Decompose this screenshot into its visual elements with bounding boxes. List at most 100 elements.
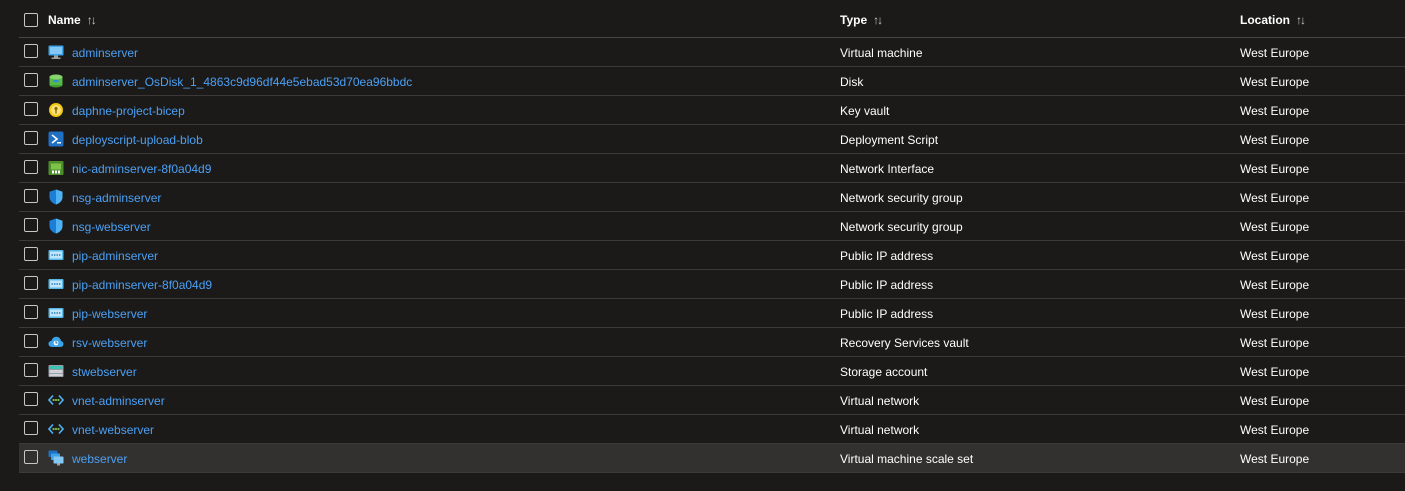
resource-location: West Europe [1240, 423, 1310, 437]
sort-icon[interactable]: ↑↓ [873, 13, 883, 27]
resource-type: Storage account [840, 365, 928, 379]
resource-name-link[interactable]: adminserver_OsDisk_1_4863c9d96df44e5ebad… [72, 75, 412, 89]
resource-name-link[interactable]: nsg-webserver [72, 220, 151, 234]
sort-icon[interactable]: ↑↓ [87, 13, 97, 27]
resource-name-link[interactable]: vnet-adminserver [72, 394, 165, 408]
resource-name-link[interactable]: deployscript-upload-blob [72, 133, 203, 147]
table-row[interactable]: deployscript-upload-blob Deployment Scrip… [19, 125, 1405, 154]
select-all-checkbox[interactable] [24, 13, 38, 27]
table-row[interactable]: pip-adminserver Public IP address West Eur… [19, 241, 1405, 270]
resource-name-link[interactable]: nic-adminserver-8f0a04d9 [72, 162, 211, 176]
key-vault-icon [48, 102, 64, 118]
grid-header: Name ↑↓ Type ↑↓ Location ↑↓ [19, 0, 1405, 38]
resource-name-link[interactable]: webserver [72, 452, 127, 466]
table-row[interactable]: pip-adminserver-8f0a04d9 Public IP addres… [19, 270, 1405, 299]
resource-name-link[interactable]: daphne-project-bicep [72, 104, 185, 118]
resource-location: West Europe [1240, 452, 1310, 466]
resource-type: Network security group [840, 191, 963, 205]
resource-type: Public IP address [840, 278, 934, 292]
resource-location: West Europe [1240, 220, 1310, 234]
resource-type: Deployment Script [840, 133, 939, 147]
row-checkbox[interactable] [24, 276, 38, 290]
table-row[interactable]: nsg-adminserver Network security group Wes… [19, 183, 1405, 212]
row-checkbox[interactable] [24, 247, 38, 261]
resource-location: West Europe [1240, 104, 1310, 118]
resource-location: West Europe [1240, 278, 1310, 292]
resource-location: West Europe [1240, 394, 1310, 408]
resource-location: West Europe [1240, 365, 1310, 379]
table-row[interactable]: adminserver_OsDisk_1_4863c9d96df44e5ebad… [19, 67, 1405, 96]
row-checkbox[interactable] [24, 218, 38, 232]
grid-body: adminserver Virtual machine West Europe adm… [19, 38, 1405, 473]
row-checkbox[interactable] [24, 131, 38, 145]
row-checkbox[interactable] [24, 421, 38, 435]
table-row[interactable]: adminserver Virtual machine West Europe [19, 38, 1405, 67]
resource-location: West Europe [1240, 336, 1310, 350]
resource-type: Virtual network [840, 423, 920, 437]
resource-type: Public IP address [840, 249, 934, 263]
row-checkbox[interactable] [24, 450, 38, 464]
table-row[interactable]: nsg-webserver Network security group West … [19, 212, 1405, 241]
resource-location: West Europe [1240, 307, 1310, 321]
resource-name-link[interactable]: adminserver [72, 46, 138, 60]
resource-location: West Europe [1240, 249, 1310, 263]
resource-location: West Europe [1240, 75, 1310, 89]
resource-type: Recovery Services vault [840, 336, 969, 350]
table-row[interactable]: vnet-webserver Virtual network West Europe [19, 415, 1405, 444]
column-header-location-label: Location [1240, 13, 1290, 27]
shield-icon [48, 189, 64, 205]
resource-name-link[interactable]: pip-webserver [72, 307, 147, 321]
row-checkbox[interactable] [24, 189, 38, 203]
deployment-script-icon [48, 131, 64, 147]
column-header-name[interactable]: Name ↑↓ [48, 13, 97, 27]
table-row[interactable]: nic-adminserver-8f0a04d9 Network Interfac… [19, 154, 1405, 183]
resource-type: Network security group [840, 220, 963, 234]
table-row[interactable]: vnet-adminserver Virtual network West Euro… [19, 386, 1405, 415]
resource-name-link[interactable]: nsg-adminserver [72, 191, 161, 205]
table-row[interactable]: daphne-project-bicep Key vault West Europe [19, 96, 1405, 125]
row-checkbox[interactable] [24, 392, 38, 406]
public-ip-icon [48, 305, 64, 321]
resource-type: Key vault [840, 104, 890, 118]
row-checkbox[interactable] [24, 334, 38, 348]
vm-scale-set-icon [48, 450, 64, 466]
table-row[interactable]: pip-webserver Public IP address West Europ… [19, 299, 1405, 328]
recovery-vault-icon [48, 334, 64, 350]
resource-location: West Europe [1240, 191, 1310, 205]
resource-name-link[interactable]: pip-adminserver [72, 249, 158, 263]
resource-location: West Europe [1240, 162, 1310, 176]
row-checkbox[interactable] [24, 102, 38, 116]
table-row[interactable]: stwebserver Storage account West Europe [19, 357, 1405, 386]
public-ip-icon [48, 276, 64, 292]
virtual-network-icon [48, 392, 64, 408]
table-row[interactable]: webserver Virtual machine scale set West E… [19, 444, 1405, 473]
storage-account-icon [48, 363, 64, 379]
column-header-type[interactable]: Type ↑↓ [840, 13, 883, 27]
disk-icon [48, 73, 64, 89]
resource-type: Public IP address [840, 307, 934, 321]
table-row[interactable]: rsv-webserver Recovery Services vault West… [19, 328, 1405, 357]
public-ip-icon [48, 247, 64, 263]
resource-location: West Europe [1240, 133, 1310, 147]
row-checkbox[interactable] [24, 44, 38, 58]
row-checkbox[interactable] [24, 160, 38, 174]
resource-type: Virtual machine [840, 46, 923, 60]
resource-name-link[interactable]: stwebserver [72, 365, 137, 379]
resource-type: Network Interface [840, 162, 935, 176]
column-header-type-label: Type [840, 13, 868, 27]
network-interface-icon [48, 160, 64, 176]
resource-type: Virtual network [840, 394, 920, 408]
shield-icon [48, 218, 64, 234]
row-checkbox[interactable] [24, 305, 38, 319]
column-header-name-label: Name [48, 13, 81, 27]
virtual-network-icon [48, 421, 64, 437]
resource-type: Virtual machine scale set [840, 452, 974, 466]
resource-name-link[interactable]: pip-adminserver-8f0a04d9 [72, 278, 212, 292]
resource-name-link[interactable]: vnet-webserver [72, 423, 154, 437]
row-checkbox[interactable] [24, 363, 38, 377]
virtual-machine-icon [48, 44, 64, 60]
row-checkbox[interactable] [24, 73, 38, 87]
sort-icon[interactable]: ↑↓ [1296, 13, 1306, 27]
resource-name-link[interactable]: rsv-webserver [72, 336, 147, 350]
column-header-location[interactable]: Location ↑↓ [1240, 13, 1306, 27]
